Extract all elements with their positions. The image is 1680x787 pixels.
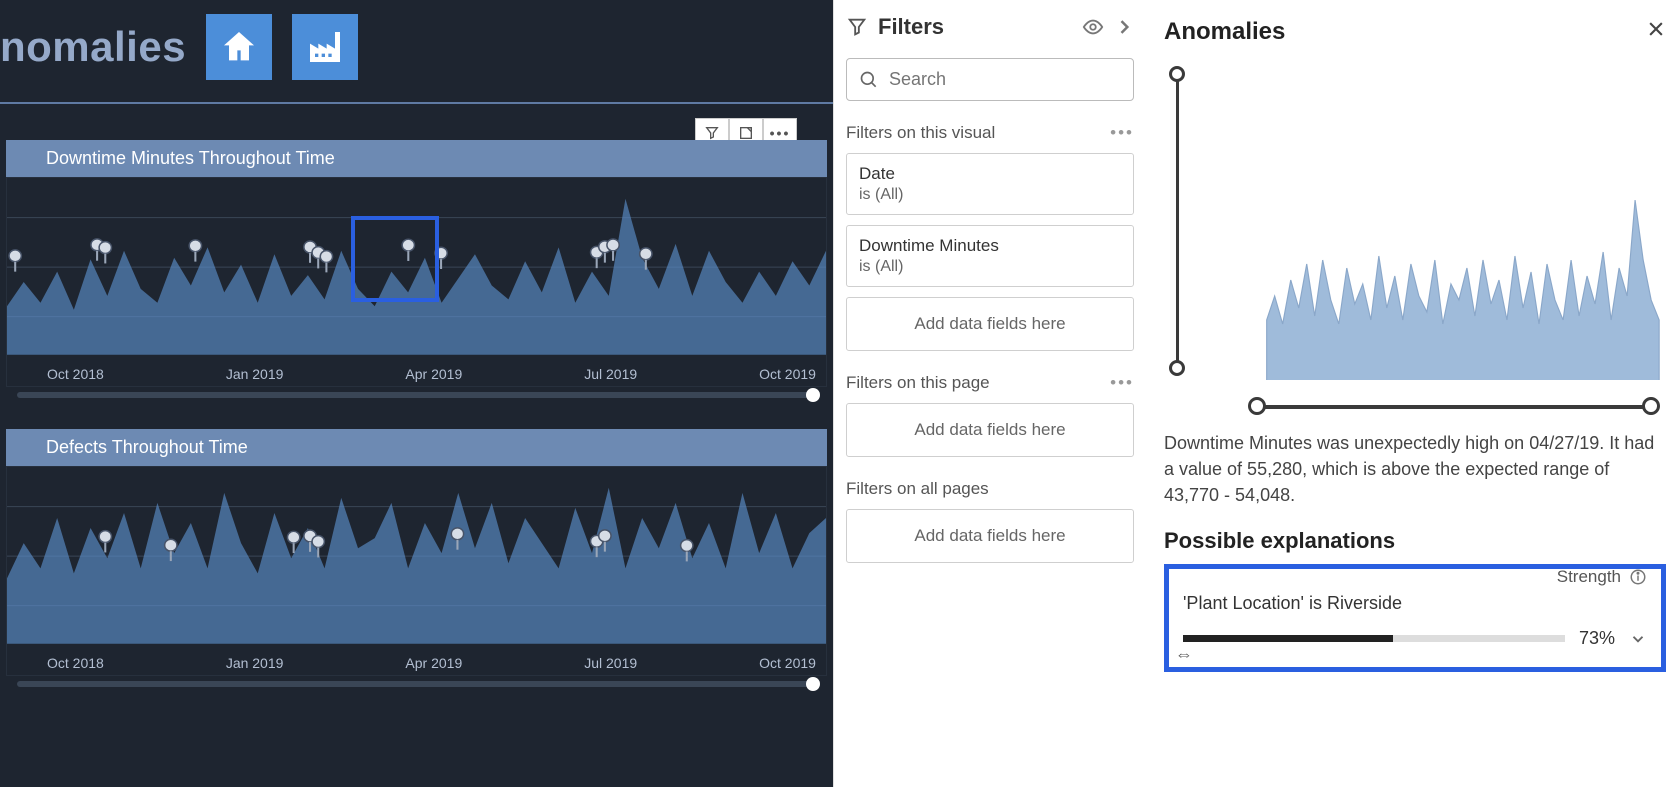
- axis-tick: Jul 2019: [584, 655, 637, 671]
- chart-title: Defects Throughout Time: [6, 429, 827, 466]
- ellipsis-icon[interactable]: •••: [1110, 373, 1134, 393]
- filter-search[interactable]: [846, 58, 1134, 101]
- resize-handle-icon[interactable]: ⇔: [1175, 644, 1193, 665]
- slider-handle-left[interactable]: [1248, 397, 1266, 415]
- axis-tick: Jul 2019: [584, 366, 637, 382]
- chart-title: Downtime Minutes Throughout Time: [6, 140, 827, 177]
- explanation-card[interactable]: Strength 'Plant Location' is Riverside 7…: [1164, 564, 1666, 672]
- time-slider[interactable]: [17, 392, 816, 398]
- section-label: Filters on this visual: [846, 123, 995, 143]
- filters-allpages-section: Filters on all pages: [846, 479, 1134, 499]
- anomalies-panel: Anomalies Downtime Minutes was unexpecte…: [1146, 0, 1680, 787]
- home-button[interactable]: [206, 14, 272, 80]
- anomalies-header: Anomalies: [1164, 18, 1666, 46]
- axis-tick: Apr 2019: [405, 366, 462, 382]
- filter-icon: [846, 16, 868, 38]
- axis-tick: Oct 2018: [47, 366, 104, 382]
- filters-title: Filters: [878, 14, 1072, 40]
- page-title: nomalies: [0, 23, 186, 71]
- strength-bar: [1183, 635, 1565, 642]
- axis-tick: Jan 2019: [226, 366, 284, 382]
- slider-handle-top[interactable]: [1169, 66, 1185, 82]
- chart-body[interactable]: Oct 2018 Jan 2019 Apr 2019 Jul 2019 Oct 2019: [6, 466, 827, 676]
- section-label: Filters on this page: [846, 373, 990, 393]
- anomaly-description: Downtime Minutes was unexpectedly high o…: [1164, 430, 1666, 508]
- axis-tick: Oct 2019: [759, 655, 816, 671]
- ellipsis-icon: •••: [770, 125, 791, 141]
- vertical-range-slider[interactable]: [1170, 66, 1184, 376]
- section-label: Filters on all pages: [846, 479, 989, 499]
- filters-panel: Filters Filters on this visual ••• Date …: [833, 0, 1146, 787]
- eye-icon[interactable]: [1082, 16, 1104, 38]
- horizontal-range-slider[interactable]: [1248, 398, 1660, 414]
- info-icon[interactable]: [1629, 568, 1647, 586]
- x-axis-labels: Oct 2018 Jan 2019 Apr 2019 Jul 2019 Oct 2019: [7, 655, 826, 671]
- close-icon: [1646, 19, 1666, 39]
- filters-visual-section: Filters on this visual •••: [846, 123, 1134, 143]
- axis-tick: Oct 2018: [47, 655, 104, 671]
- filters-page-section: Filters on this page •••: [846, 373, 1134, 393]
- dashboard-header: nomalies: [0, 0, 833, 102]
- x-axis-labels: Oct 2018 Jan 2019 Apr 2019 Jul 2019 Oct 2019: [7, 366, 826, 382]
- filter-add-all[interactable]: Add data fields here: [846, 509, 1134, 563]
- possible-explanations-title: Possible explanations: [1164, 528, 1666, 554]
- filter-value: is (All): [859, 186, 1121, 204]
- slider-handle[interactable]: [806, 677, 820, 691]
- time-slider[interactable]: [17, 681, 816, 687]
- strength-percent: 73%: [1579, 628, 1615, 649]
- factory-icon: [305, 27, 345, 67]
- strength-fill: [1183, 635, 1393, 642]
- strength-label: Strength: [1557, 567, 1621, 587]
- divider: [0, 102, 833, 104]
- filter-name: Date: [859, 164, 1121, 184]
- search-icon: [859, 70, 879, 90]
- filter-icon: [704, 125, 720, 141]
- slider-rail: [1256, 405, 1652, 409]
- axis-tick: Apr 2019: [405, 655, 462, 671]
- axis-tick: Jan 2019: [226, 655, 284, 671]
- strength-header: Strength: [1557, 567, 1647, 587]
- anomalies-title: Anomalies: [1164, 18, 1285, 46]
- chart-defects[interactable]: Defects Throughout Time Oct 2018 Jan 2019…: [6, 429, 827, 676]
- anomaly-highlight-box: [351, 216, 439, 302]
- ellipsis-icon[interactable]: •••: [1110, 123, 1134, 143]
- filter-add-visual[interactable]: Add data fields here: [846, 297, 1134, 351]
- filter-add-page[interactable]: Add data fields here: [846, 403, 1134, 457]
- chart-downtime[interactable]: Downtime Minutes Throughout Time Oct 201…: [6, 140, 827, 387]
- search-input[interactable]: [889, 69, 1121, 90]
- axis-tick: Oct 2019: [759, 366, 816, 382]
- chevron-right-icon[interactable]: [1114, 17, 1134, 37]
- filter-card-downtime[interactable]: Downtime Minutes is (All): [846, 225, 1134, 287]
- strength-row: 73%: [1183, 628, 1647, 649]
- factory-button[interactable]: [292, 14, 358, 80]
- dashboard-pane: nomalies ••• Downtime Minutes Throughout…: [0, 0, 833, 787]
- close-button[interactable]: [1646, 19, 1666, 45]
- filter-value: is (All): [859, 258, 1121, 276]
- home-icon: [219, 27, 259, 67]
- explanation-text: 'Plant Location' is Riverside: [1183, 593, 1647, 614]
- filter-name: Downtime Minutes: [859, 236, 1121, 256]
- slider-handle-bottom[interactable]: [1169, 360, 1185, 376]
- mini-chart-svg: [1164, 56, 1666, 416]
- anomaly-chart[interactable]: [1164, 56, 1666, 416]
- chart-svg: [7, 467, 826, 675]
- chart-body[interactable]: Oct 2018 Jan 2019 Apr 2019 Jul 2019 Oct 2019: [6, 177, 827, 387]
- slider-rail: [1176, 74, 1179, 368]
- chevron-down-icon[interactable]: [1629, 630, 1647, 648]
- slider-handle-right[interactable]: [1642, 397, 1660, 415]
- filter-card-date[interactable]: Date is (All): [846, 153, 1134, 215]
- filters-header: Filters: [846, 14, 1134, 40]
- focus-icon: [738, 125, 754, 141]
- slider-handle[interactable]: [806, 388, 820, 402]
